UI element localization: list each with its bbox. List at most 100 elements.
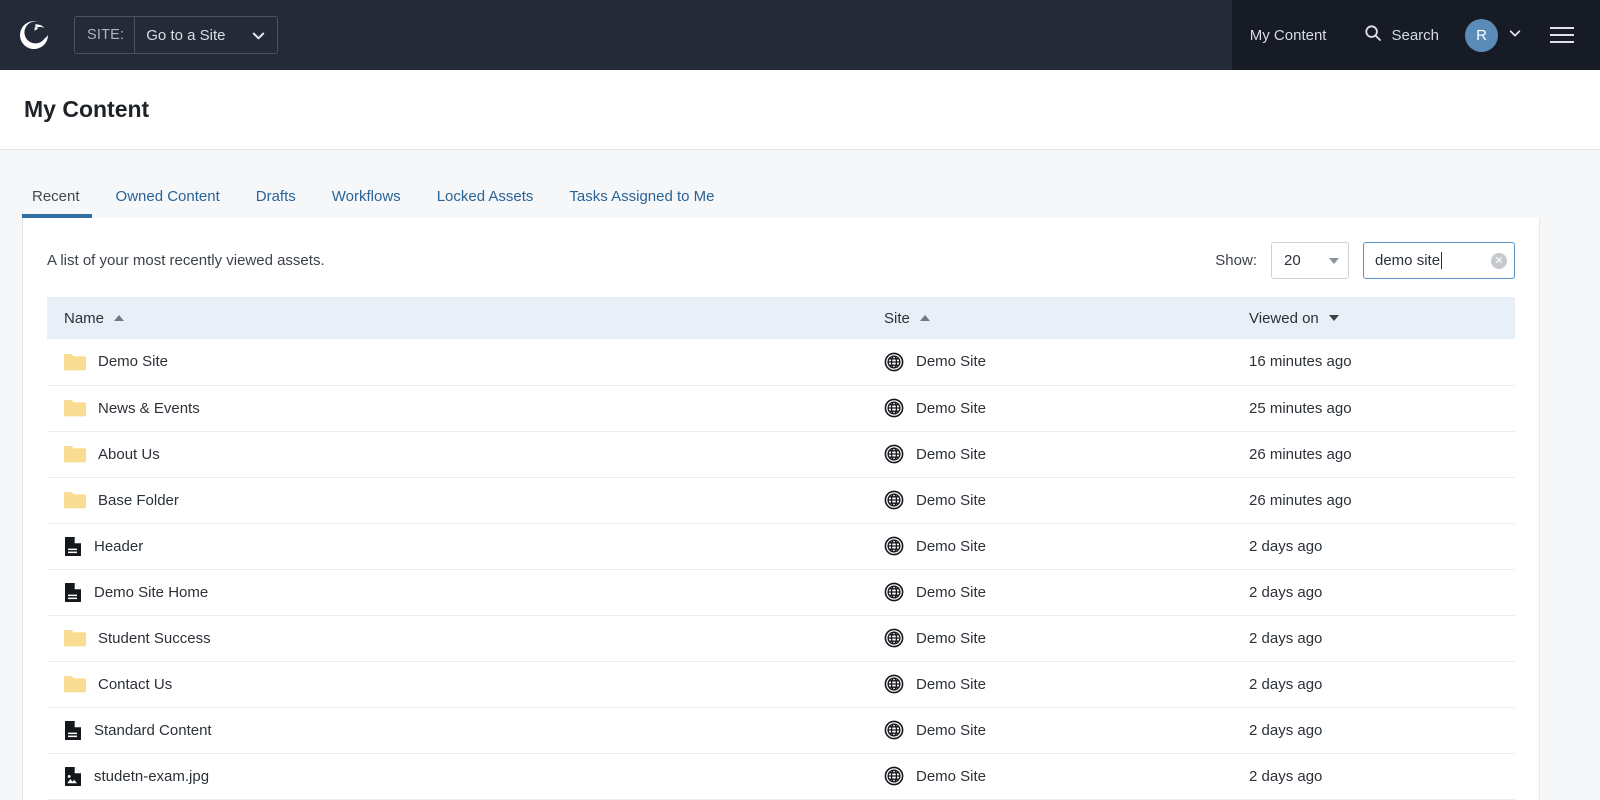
cell-site: Demo Site bbox=[867, 615, 1232, 662]
viewed-on-value: 26 minutes ago bbox=[1249, 491, 1352, 509]
viewed-on-value: 26 minutes ago bbox=[1249, 445, 1352, 463]
user-menu[interactable]: R bbox=[1457, 18, 1532, 52]
column-header-name-label: Name bbox=[64, 309, 105, 327]
tab-drafts[interactable]: Drafts bbox=[238, 188, 314, 218]
cell-viewed-on: 2 days ago bbox=[1232, 615, 1515, 662]
tab-tasks-assigned-to-me[interactable]: Tasks Assigned to Me bbox=[551, 188, 732, 218]
document-icon bbox=[64, 582, 82, 603]
table-row[interactable]: Demo Site Home Demo Site 2 days ago bbox=[47, 569, 1515, 616]
tab-bar: Recent Owned Content Drafts Workflows Locked… bbox=[22, 188, 1600, 218]
folder-icon bbox=[64, 629, 86, 647]
viewed-on-value: 2 days ago bbox=[1249, 629, 1323, 647]
cell-viewed-on: 2 days ago bbox=[1232, 753, 1515, 800]
site-name: Demo Site bbox=[916, 721, 987, 739]
cell-name: News & Events bbox=[47, 385, 867, 432]
viewed-on-value: 16 minutes ago bbox=[1249, 353, 1352, 371]
viewed-on-value: 2 days ago bbox=[1249, 537, 1323, 555]
list-description: A list of your most recently viewed asse… bbox=[47, 252, 325, 269]
site-name: Demo Site bbox=[916, 583, 987, 601]
triangle-up-icon bbox=[114, 315, 125, 321]
site-selector-value: Go to a Site bbox=[146, 26, 226, 44]
cell-viewed-on: 2 days ago bbox=[1232, 523, 1515, 570]
asset-name: Student Success bbox=[98, 629, 211, 647]
viewed-on-value: 2 days ago bbox=[1249, 583, 1323, 601]
image-file-icon bbox=[64, 766, 82, 787]
globe-icon bbox=[884, 582, 904, 602]
column-header-viewed-on[interactable]: Viewed on bbox=[1232, 297, 1515, 339]
asset-name: About Us bbox=[98, 445, 160, 463]
content-card: A list of your most recently viewed asse… bbox=[22, 218, 1540, 800]
cell-site: Demo Site bbox=[867, 707, 1232, 754]
cell-viewed-on: 26 minutes ago bbox=[1232, 431, 1515, 478]
site-selector-label: SITE: bbox=[75, 17, 136, 53]
asset-name: Demo Site bbox=[98, 353, 169, 371]
asset-name: Contact Us bbox=[98, 675, 173, 693]
nav-search-button[interactable]: Search bbox=[1344, 24, 1457, 46]
table-row[interactable]: studetn-exam.jpg Demo Site 2 days ago bbox=[47, 753, 1515, 800]
hamburger-menu-icon[interactable] bbox=[1532, 27, 1584, 43]
squiz-crescent-logo[interactable] bbox=[11, 12, 57, 58]
tab-locked-assets[interactable]: Locked Assets bbox=[419, 188, 552, 218]
table-row[interactable]: Contact Us Demo Site 2 days ago bbox=[47, 661, 1515, 708]
cell-name: Base Folder bbox=[47, 477, 867, 524]
site-name: Demo Site bbox=[916, 399, 987, 417]
globe-icon bbox=[884, 720, 904, 740]
site-name: Demo Site bbox=[916, 629, 987, 647]
chevron-down-icon bbox=[1508, 26, 1522, 45]
card-toolbar: A list of your most recently viewed asse… bbox=[47, 218, 1515, 297]
cell-viewed-on: 2 days ago bbox=[1232, 569, 1515, 616]
table-row[interactable]: Standard Content Demo Site 2 days ago bbox=[47, 707, 1515, 754]
site-selector[interactable]: SITE: Go to a Site bbox=[74, 16, 279, 54]
globe-icon bbox=[884, 674, 904, 694]
cell-name: Header bbox=[47, 523, 867, 570]
cell-viewed-on: 26 minutes ago bbox=[1232, 477, 1515, 524]
table-body: Demo Site Demo Site 16 minutes ago News & E… bbox=[47, 339, 1515, 800]
site-name: Demo Site bbox=[916, 767, 987, 785]
tab-recent[interactable]: Recent bbox=[22, 188, 98, 218]
cell-site: Demo Site bbox=[867, 431, 1232, 478]
show-count-value: 20 bbox=[1284, 252, 1301, 269]
folder-icon bbox=[64, 445, 86, 463]
cell-viewed-on: 16 minutes ago bbox=[1232, 339, 1515, 386]
table-row[interactable]: News & Events Demo Site 25 minutes ago bbox=[47, 385, 1515, 432]
site-name: Demo Site bbox=[916, 491, 987, 509]
tab-owned-content[interactable]: Owned Content bbox=[98, 188, 238, 218]
cell-viewed-on: 2 days ago bbox=[1232, 707, 1515, 754]
assets-table: Name Site Viewed on Demo Site Demo Site 16… bbox=[47, 297, 1515, 800]
viewed-on-value: 2 days ago bbox=[1249, 767, 1323, 785]
table-row[interactable]: Header Demo Site 2 days ago bbox=[47, 523, 1515, 570]
text-cursor bbox=[1441, 252, 1443, 269]
asset-name: Demo Site Home bbox=[94, 583, 209, 601]
table-row[interactable]: Demo Site Demo Site 16 minutes ago bbox=[47, 339, 1515, 386]
cell-site: Demo Site bbox=[867, 385, 1232, 432]
cell-name: Contact Us bbox=[47, 661, 867, 708]
asset-name: News & Events bbox=[98, 399, 200, 417]
filter-search-input[interactable]: demo site ✕ bbox=[1363, 242, 1515, 279]
asset-name: Base Folder bbox=[98, 491, 179, 509]
column-header-name[interactable]: Name bbox=[47, 297, 867, 339]
table-row[interactable]: Base Folder Demo Site 26 minutes ago bbox=[47, 477, 1515, 524]
chevron-down-icon bbox=[245, 17, 277, 53]
clear-circle-icon[interactable]: ✕ bbox=[1491, 252, 1507, 269]
show-count-select[interactable]: 20 bbox=[1271, 242, 1349, 279]
cell-name: Standard Content bbox=[47, 707, 867, 754]
cell-name: studetn-exam.jpg bbox=[47, 753, 867, 800]
column-header-site[interactable]: Site bbox=[867, 297, 1232, 339]
table-row[interactable]: Student Success Demo Site 2 days ago bbox=[47, 615, 1515, 662]
viewed-on-value: 25 minutes ago bbox=[1249, 399, 1352, 417]
tab-workflows[interactable]: Workflows bbox=[314, 188, 419, 218]
cell-name: About Us bbox=[47, 431, 867, 478]
table-header-row: Name Site Viewed on bbox=[47, 297, 1515, 339]
tabs-zone: Recent Owned Content Drafts Workflows Locked… bbox=[0, 150, 1600, 218]
cell-name: Student Success bbox=[47, 615, 867, 662]
top-navigation-bar: SITE: Go to a Site My Content Search R bbox=[0, 0, 1600, 70]
nav-my-content[interactable]: My Content bbox=[1232, 27, 1345, 44]
filter-search-value: demo site bbox=[1375, 252, 1441, 269]
site-name: Demo Site bbox=[916, 675, 987, 693]
folder-icon bbox=[64, 353, 86, 371]
cell-viewed-on: 2 days ago bbox=[1232, 661, 1515, 708]
table-row[interactable]: About Us Demo Site 26 minutes ago bbox=[47, 431, 1515, 478]
globe-icon bbox=[884, 444, 904, 464]
site-name: Demo Site bbox=[916, 445, 987, 463]
cell-name: Demo Site Home bbox=[47, 569, 867, 616]
